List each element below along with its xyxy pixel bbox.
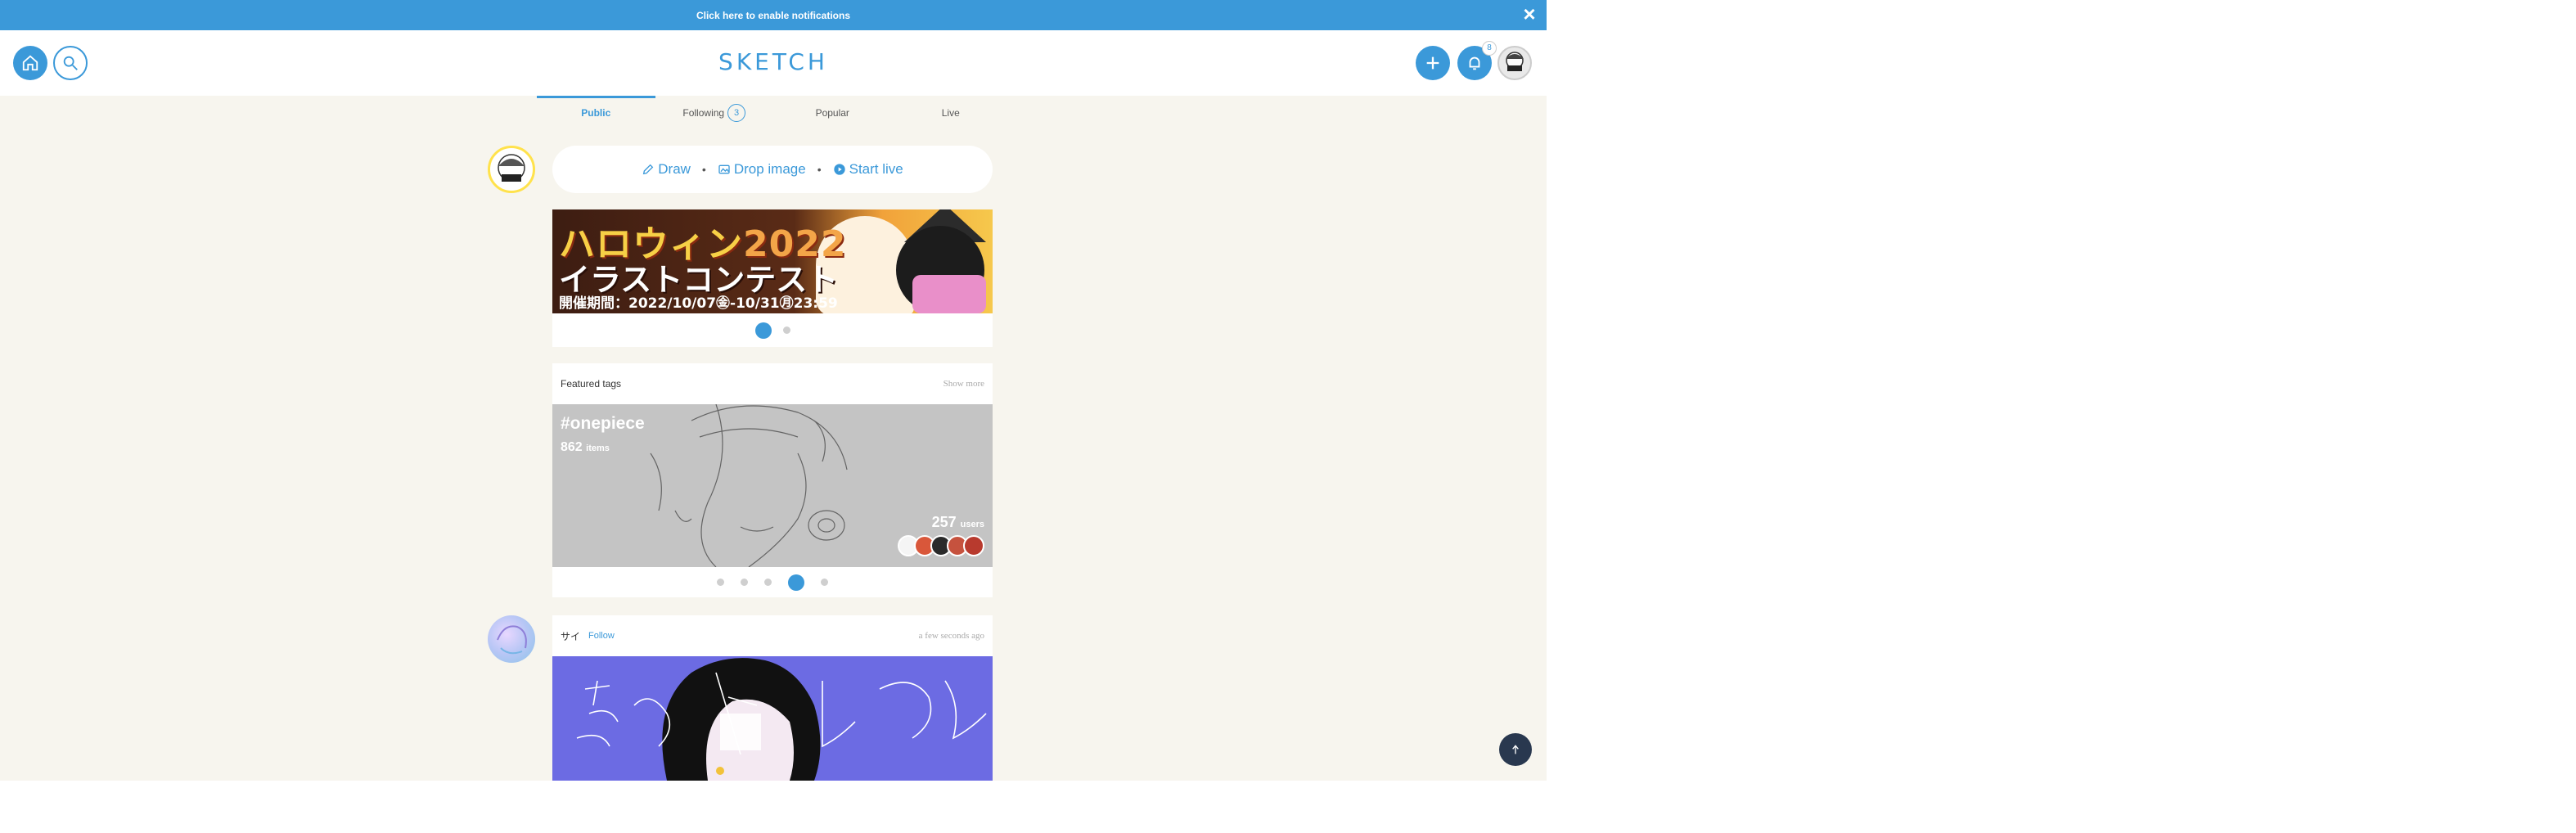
- halloween-contest-banner[interactable]: ハロウィン2022 イラストコンテスト 開催期間：2022/10/07㊎-10/…: [552, 209, 993, 313]
- plus-icon: [1426, 56, 1439, 70]
- tag-items-count: 862 items: [561, 440, 610, 455]
- drop-image-label: Drop image: [733, 161, 806, 177]
- post-image[interactable]: [552, 656, 993, 781]
- tags-dot[interactable]: [788, 574, 804, 591]
- pencil-icon: [643, 164, 654, 175]
- profile-button[interactable]: [1497, 46, 1532, 80]
- featured-tag-slide[interactable]: #onepiece 862 items 257 users: [552, 404, 993, 567]
- items-label: items: [586, 444, 610, 453]
- following-count-badge: 3: [727, 104, 746, 122]
- featured-tags-header: Featured tags Show more: [552, 363, 993, 404]
- create-button[interactable]: [1416, 46, 1450, 80]
- tag-users-count: 257 users: [932, 514, 984, 531]
- start-live-button[interactable]: Start live: [833, 161, 903, 178]
- my-avatar[interactable]: [488, 146, 535, 193]
- start-live-label: Start live: [849, 161, 903, 177]
- tab-label: Public: [581, 107, 611, 119]
- featured-tags-title: Featured tags: [561, 378, 622, 389]
- users-label: users: [960, 520, 984, 529]
- items-count: 862: [561, 440, 583, 454]
- post-timestamp: a few seconds ago: [918, 631, 984, 641]
- notifications-button[interactable]: 8: [1457, 41, 1497, 80]
- tab-label: Popular: [815, 107, 849, 119]
- arrow-up-icon: [1512, 745, 1519, 754]
- tag-name: #onepiece: [561, 414, 645, 433]
- featured-tags-card: Featured tags Show more #onepiece 862 it…: [552, 363, 993, 597]
- bell-icon: [1469, 56, 1480, 70]
- post-header: サイ Follow a few seconds ago: [552, 615, 993, 656]
- compose-bar: Draw • Drop image • Start live: [552, 146, 993, 193]
- banner-dot[interactable]: [782, 326, 790, 334]
- close-icon[interactable]: ×: [1519, 3, 1540, 25]
- banner-pagination: [552, 313, 993, 347]
- show-more-link[interactable]: Show more: [943, 379, 984, 389]
- live-icon: [833, 164, 845, 175]
- tab-popular[interactable]: Popular: [773, 96, 892, 130]
- enable-notifications-text[interactable]: Click here to enable notifications: [696, 10, 850, 21]
- image-icon: [718, 164, 730, 174]
- post-card: サイ Follow a few seconds ago: [552, 615, 993, 781]
- scroll-to-top-button[interactable]: [1499, 733, 1532, 766]
- banner-dot[interactable]: [754, 322, 772, 339]
- banner-period: 開催期間：2022/10/07㊎-10/31㊊23:59: [559, 295, 838, 312]
- notification-count-badge: 8: [1482, 41, 1497, 56]
- dress-illustration: [912, 275, 986, 313]
- avatar: [1497, 46, 1532, 80]
- separator: •: [817, 163, 822, 176]
- post-author-avatar[interactable]: [488, 615, 535, 663]
- avatar: [963, 535, 984, 556]
- tags-pagination: [552, 567, 993, 597]
- draw-button[interactable]: Draw: [642, 161, 691, 178]
- app-root: Click here to enable notifications × SKE…: [0, 0, 1547, 781]
- tags-dot[interactable]: [717, 579, 724, 586]
- banner-carousel: ハロウィン2022 イラストコンテスト 開催期間：2022/10/07㊎-10/…: [552, 209, 993, 347]
- tags-dot[interactable]: [821, 579, 828, 586]
- site-logo[interactable]: SKETCH: [0, 48, 1547, 75]
- tab-public[interactable]: Public: [537, 96, 655, 130]
- tag-user-avatars: [898, 535, 984, 556]
- draw-label: Draw: [658, 161, 691, 177]
- separator: •: [701, 163, 706, 176]
- tab-label: Following: [682, 107, 725, 119]
- tags-dot[interactable]: [741, 579, 748, 586]
- tags-dot[interactable]: [764, 579, 772, 586]
- enable-notifications-bar[interactable]: Click here to enable notifications ×: [0, 0, 1547, 30]
- post-author-name[interactable]: サイ: [561, 629, 580, 643]
- tab-live[interactable]: Live: [892, 96, 1011, 130]
- users-count: 257: [931, 514, 957, 530]
- follow-button[interactable]: Follow: [588, 631, 615, 641]
- tab-label: Live: [941, 107, 960, 119]
- drop-image-button[interactable]: Drop image: [718, 161, 806, 178]
- post-artwork: [552, 656, 993, 781]
- tab-following[interactable]: Following 3: [655, 96, 774, 130]
- feed-tabs: Public Following 3 Popular Live: [537, 96, 1010, 130]
- header: SKETCH 8: [0, 30, 1547, 96]
